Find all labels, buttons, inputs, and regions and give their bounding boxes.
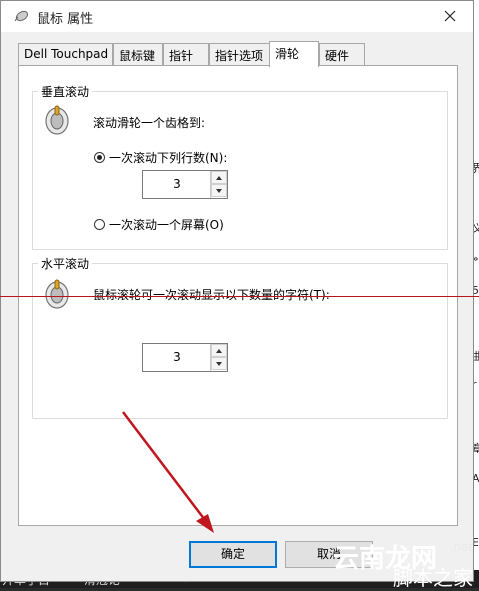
watermark-sub: 脚本之家: [393, 566, 473, 590]
annotation-arrow-icon: [122, 411, 214, 533]
watermark-domain: .net: [449, 540, 473, 554]
tab-wheel[interactable]: 滑轮: [269, 41, 319, 67]
watermark: 云南龙网 .net 脚本之家: [333, 538, 473, 590]
